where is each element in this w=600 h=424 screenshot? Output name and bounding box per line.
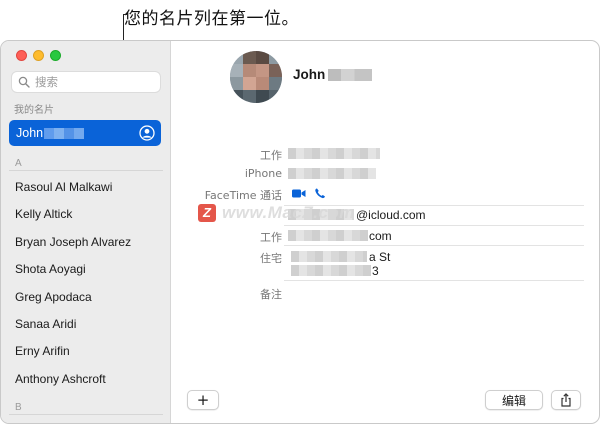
section-divider <box>9 414 163 415</box>
field-divider <box>284 245 584 246</box>
my-card-name: John <box>16 126 44 140</box>
close-button[interactable] <box>16 50 27 61</box>
work-email-value[interactable]: com <box>369 229 392 243</box>
address-line1[interactable]: a St <box>369 250 390 264</box>
sidebar: 我的名片 John A Rasoul Al Malkawi Kelly Alti… <box>1 41 171 423</box>
name-redaction <box>328 69 372 81</box>
my-card-item[interactable]: John <box>9 120 161 146</box>
watermark-logo: Z <box>198 204 216 222</box>
me-badge-icon <box>139 125 155 141</box>
search-field[interactable] <box>11 71 161 93</box>
section-divider <box>9 170 163 171</box>
redacted-value <box>288 148 380 159</box>
redacted-value <box>288 230 368 241</box>
share-button[interactable] <box>551 390 581 410</box>
field-divider <box>284 280 584 281</box>
watermark: Z www.MacZ.com <box>198 203 355 223</box>
contact-item[interactable]: Shota Aoyagi <box>15 262 86 276</box>
edit-button[interactable]: 编辑 <box>485 390 543 410</box>
contacts-window: 我的名片 John A Rasoul Al Malkawi Kelly Alti… <box>0 40 600 424</box>
email-value[interactable]: @icloud.com <box>356 208 426 222</box>
field-label-facetime: FaceTime 通话 <box>204 189 282 202</box>
redacted-value <box>291 265 371 276</box>
video-camera-icon[interactable] <box>292 188 306 199</box>
contact-item[interactable]: Kelly Altick <box>15 207 72 221</box>
contact-item[interactable]: Anthony Ashcroft <box>15 372 106 386</box>
redacted-value <box>291 251 367 262</box>
redacted-value <box>288 168 376 179</box>
contact-item[interactable]: Greg Apodaca <box>15 290 92 304</box>
field-divider <box>284 225 584 226</box>
search-input[interactable] <box>35 75 155 89</box>
field-label-home: 住宅 <box>260 252 282 265</box>
field-label-work: 工作 <box>260 149 282 162</box>
field-label-work-email: 工作 <box>260 231 282 244</box>
zoom-button[interactable] <box>50 50 61 61</box>
field-label-iphone: iPhone <box>244 167 282 180</box>
watermark-text: www.MacZ.com <box>222 203 355 222</box>
contact-avatar[interactable] <box>230 51 282 103</box>
contact-name: John <box>293 67 326 82</box>
minimize-button[interactable] <box>33 50 44 61</box>
section-letter-a: A <box>15 158 22 169</box>
share-icon <box>561 393 571 407</box>
my-card-header: 我的名片 <box>14 105 54 116</box>
callout-text: 您的名片列在第一位。 <box>124 9 299 29</box>
contact-item[interactable]: Sanaa Aridi <box>15 317 76 331</box>
contact-item[interactable]: Rasoul Al Malkawi <box>15 180 112 194</box>
address-line2[interactable]: 3 <box>372 264 379 278</box>
section-letter-b: B <box>15 402 22 413</box>
search-icon <box>18 76 30 88</box>
name-redaction <box>44 127 85 139</box>
phone-icon[interactable] <box>314 188 328 199</box>
field-label-note: 备注 <box>260 288 282 301</box>
add-button[interactable]: + <box>187 390 219 410</box>
contact-item[interactable]: Bryan Joseph Alvarez <box>15 235 131 249</box>
contact-item[interactable]: Erny Arifin <box>15 344 70 358</box>
